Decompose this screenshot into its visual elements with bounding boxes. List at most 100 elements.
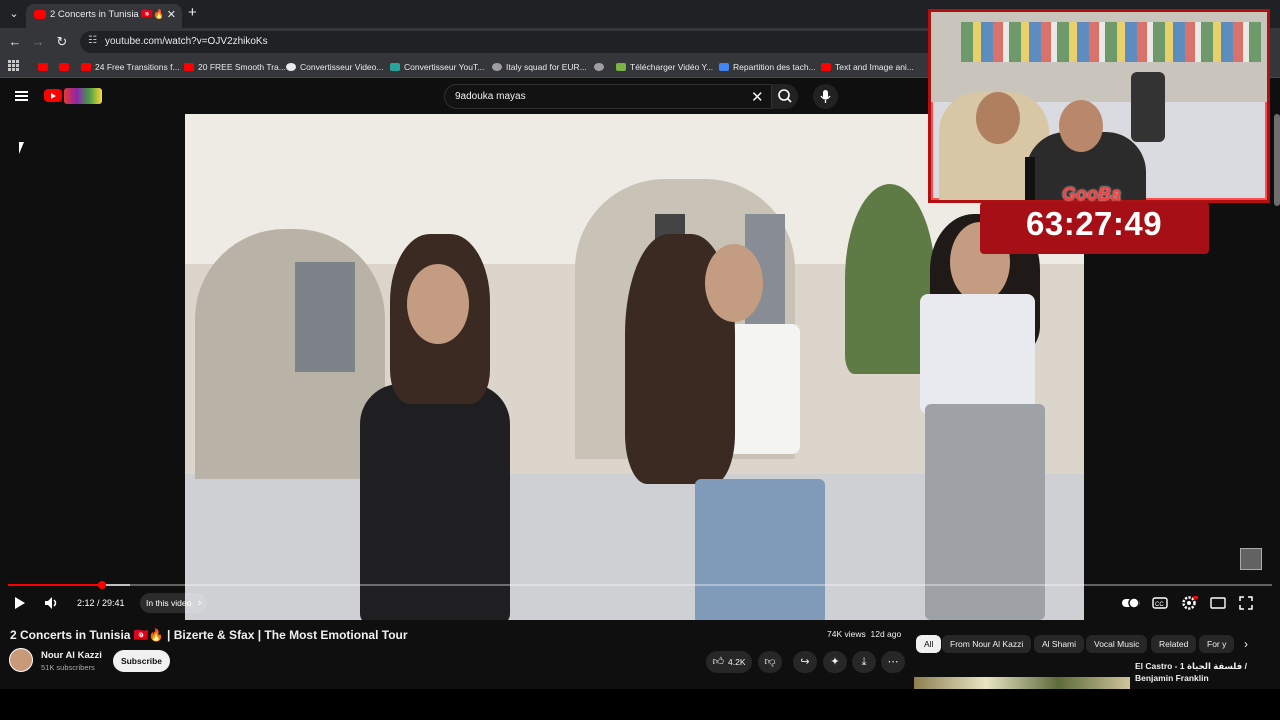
download-icon: ⤓ xyxy=(861,656,867,668)
tab-title: 2 Concerts in Tunisia 🇹🇳🔥 | Bizerte & Sf… xyxy=(50,9,162,20)
bookmark-item[interactable]: Repartition des tach... xyxy=(719,60,816,74)
chip-from-channel[interactable]: From Nour Al Kazzi xyxy=(942,635,1032,653)
volume-icon xyxy=(45,597,57,609)
share-icon: ↪ xyxy=(800,656,810,668)
captions-button[interactable]: CC xyxy=(1151,594,1169,612)
page-scrollbar[interactable] xyxy=(1274,114,1280,206)
download-button[interactable]: ⤓ xyxy=(852,651,876,673)
youtube-icon xyxy=(184,63,194,71)
search-query: 9adouka mayas xyxy=(455,91,526,102)
subscribe-button[interactable]: Subscribe xyxy=(113,650,170,672)
bookmark-item[interactable]: Text and Image ani... xyxy=(821,60,914,74)
play-button[interactable] xyxy=(10,594,28,612)
bookmark-item[interactable]: 24 Free Transitions f... xyxy=(81,60,180,74)
view-count: 74K views 12d ago xyxy=(827,629,902,639)
theater-mode-button[interactable] xyxy=(1209,594,1227,612)
globe-icon xyxy=(594,63,604,71)
sparkle-icon: ✦ xyxy=(830,656,840,668)
chip-all[interactable]: All xyxy=(916,635,942,653)
more-actions-button[interactable]: ⋯ xyxy=(881,651,905,673)
subscriber-count: 51K subscribers xyxy=(41,663,95,672)
autoplay-toggle[interactable] xyxy=(1121,594,1141,612)
bookmark-item[interactable]: Convertisseur YouT... xyxy=(390,60,484,74)
captions-icon: CC xyxy=(1152,597,1168,609)
youtube-doodle-logo[interactable] xyxy=(64,88,102,104)
link-icon xyxy=(492,63,502,71)
globe-icon xyxy=(286,63,296,71)
microphone-icon xyxy=(820,90,831,103)
browser-tab[interactable]: 2 Concerts in Tunisia 🇹🇳🔥 | Bizerte & Sf… xyxy=(26,4,182,28)
clear-search-icon[interactable]: ✕ xyxy=(751,88,764,106)
ask-button[interactable]: ✦ xyxy=(823,651,847,673)
stream-timer: 63:27:49 xyxy=(1026,205,1163,242)
related-video-title[interactable]: El Castro - 1 فلسفة الحياة / Benjamin Fr… xyxy=(1135,660,1275,684)
chapters-button[interactable]: In this video xyxy=(140,593,208,613)
close-tab-icon[interactable]: ✕ xyxy=(167,8,176,21)
youtube-logo-icon[interactable] xyxy=(44,89,62,102)
bookmark-item[interactable]: Télécharger Vidéo Y... xyxy=(616,60,713,74)
channel-name[interactable]: Nour Al Kazzi xyxy=(41,650,102,661)
url-text: youtube.com/watch?v=OJV2zhikoKs xyxy=(105,36,268,47)
progress-bar[interactable] xyxy=(8,584,1272,586)
microphone-icon xyxy=(1025,157,1035,200)
search-button[interactable] xyxy=(772,84,798,109)
streamer-brand: GooBa xyxy=(1062,184,1122,204)
youtube-favicon-icon xyxy=(34,10,46,19)
search-icon xyxy=(778,89,792,103)
bookmark-item[interactable]: Convertisseur Video... xyxy=(286,60,383,74)
related-video-thumbnail[interactable] xyxy=(914,677,1130,689)
chip-related[interactable]: Related xyxy=(1151,635,1197,653)
scrubber-handle[interactable] xyxy=(98,581,106,589)
chip-for-you[interactable]: For y xyxy=(1199,635,1235,653)
like-button[interactable]: 👍︎ 4.2K xyxy=(706,651,752,673)
bookmark-youtube-1[interactable] xyxy=(38,60,48,74)
converter-icon xyxy=(390,63,400,71)
time-display: 2:12 / 29:41 xyxy=(77,598,125,608)
bookmark-globe[interactable] xyxy=(594,60,604,74)
autoplay-toggle-icon xyxy=(1122,597,1140,609)
channel-watermark[interactable] xyxy=(1240,548,1262,570)
docs-icon xyxy=(719,63,729,71)
video-title: 2 Concerts in Tunisia 🇹🇳🔥 | Bizerte & Sf… xyxy=(10,628,408,642)
thumbs-up-icon: 👍︎ xyxy=(712,656,725,668)
bookmark-item[interactable]: Italy squad for EUR... xyxy=(492,60,587,74)
flags-decoration xyxy=(961,22,1261,62)
youtube-icon xyxy=(821,63,831,71)
chip-al-shami[interactable]: Al Shami xyxy=(1034,635,1085,653)
youtube-icon xyxy=(59,63,69,71)
play-icon xyxy=(15,597,25,609)
apps-grid-icon[interactable] xyxy=(8,60,19,71)
reload-icon[interactable]: ↻ xyxy=(53,33,71,51)
bottom-black-bar xyxy=(0,689,1280,720)
bookmark-youtube-2[interactable] xyxy=(59,60,69,74)
dislike-button[interactable]: 👎︎ xyxy=(758,651,782,673)
tab-search-chevron-icon[interactable]: ⌄ xyxy=(6,6,22,22)
back-icon[interactable]: ← xyxy=(6,33,24,51)
channel-avatar[interactable] xyxy=(9,648,33,672)
chip-vocal-music[interactable]: Vocal Music xyxy=(1086,635,1148,653)
share-button[interactable]: ↪ xyxy=(793,651,817,673)
youtube-icon xyxy=(81,63,91,71)
search-input[interactable]: 9adouka mayas ✕ xyxy=(444,84,772,109)
mouse-cursor-icon xyxy=(19,142,24,154)
progress-played xyxy=(8,584,102,586)
gear-icon xyxy=(1182,596,1198,610)
address-bar[interactable]: ☷ youtube.com/watch?v=OJV2zhikoKs xyxy=(80,31,940,53)
download-arrow-icon xyxy=(616,63,626,71)
site-info-icon[interactable]: ☷ xyxy=(88,35,97,46)
voice-search-button[interactable] xyxy=(813,84,838,109)
new-tab-icon[interactable]: + xyxy=(188,5,197,21)
streamer-webcam-overlay xyxy=(928,9,1270,203)
svg-text:CC: CC xyxy=(1155,602,1164,608)
menu-icon[interactable] xyxy=(15,91,28,101)
forward-icon[interactable]: → xyxy=(29,33,47,51)
chevron-right-icon[interactable]: › xyxy=(1238,635,1254,653)
screen: ⌄ 2 Concerts in Tunisia 🇹🇳🔥 | Bizerte & … xyxy=(0,0,1280,720)
settings-button[interactable] xyxy=(1180,594,1198,612)
fullscreen-icon xyxy=(1239,596,1253,610)
fullscreen-button[interactable] xyxy=(1237,594,1255,612)
youtube-icon xyxy=(38,63,48,71)
volume-button[interactable] xyxy=(42,594,60,612)
bookmark-item[interactable]: 20 FREE Smooth Tra... xyxy=(184,60,286,74)
thumbs-down-icon: 👎︎ xyxy=(764,656,776,668)
